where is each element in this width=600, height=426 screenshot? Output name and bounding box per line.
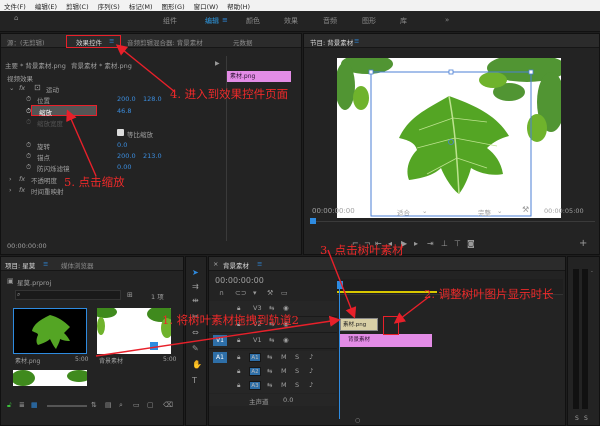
annotation-arrows: [66, 44, 431, 357]
